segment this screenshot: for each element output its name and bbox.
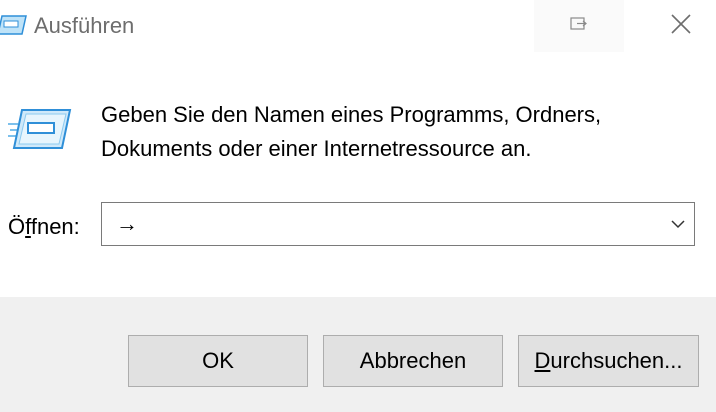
- run-dialog-icon: [0, 12, 28, 38]
- browse-label: urchsuchen...: [550, 348, 683, 373]
- title-bar[interactable]: Ausführen: [0, 0, 716, 52]
- ok-button[interactable]: OK: [128, 335, 308, 387]
- cancel-button[interactable]: Abbrechen: [323, 335, 503, 387]
- open-label-prefix: Ö: [8, 214, 26, 239]
- snap-restore-icon: [570, 16, 588, 37]
- open-label: Öffnen:: [8, 212, 80, 242]
- chevron-down-icon[interactable]: [668, 214, 688, 234]
- open-input-value[interactable]: →: [116, 209, 138, 239]
- restore-button[interactable]: [534, 0, 624, 52]
- instruction-text: Geben Sie den Namen eines Programms, Ord…: [101, 98, 701, 166]
- run-dialog: Ausführen Geben Sie den Namen eines Prog…: [0, 0, 716, 412]
- run-program-icon: [8, 106, 72, 154]
- button-bar: OK Abbrechen Durchsuchen...: [0, 297, 716, 412]
- close-icon: [671, 13, 691, 39]
- instruction-line-1: Geben Sie den Namen eines Programms, Ord…: [101, 102, 602, 127]
- browse-button[interactable]: Durchsuchen...: [518, 335, 699, 387]
- open-label-suffix: fnen:: [30, 214, 80, 239]
- instruction-line-2: Dokuments oder einer Internetressource a…: [101, 136, 532, 161]
- browse-mnemonic: D: [534, 348, 551, 373]
- close-button[interactable]: [646, 0, 716, 52]
- window-title: Ausführen: [34, 13, 135, 38]
- open-combobox[interactable]: →: [101, 202, 695, 246]
